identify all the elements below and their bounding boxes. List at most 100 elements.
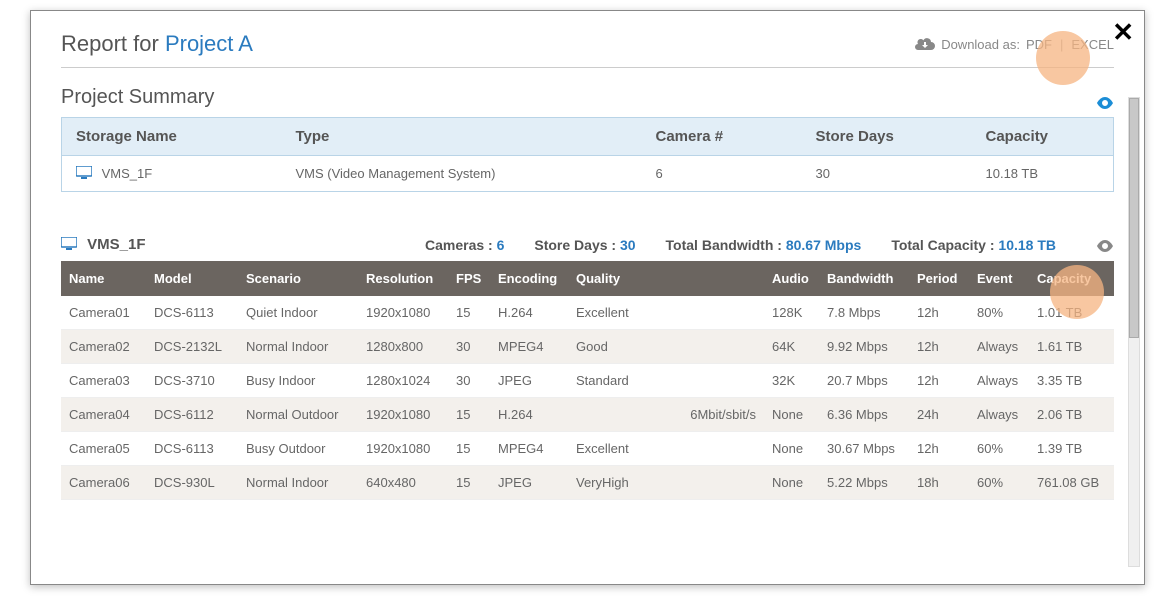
stat-capacity: Total Capacity : 10.18 TB: [891, 237, 1056, 253]
cell-period: 12h: [909, 296, 969, 330]
modal-header: Report for Project A Download as: PDF | …: [61, 31, 1114, 68]
download-pdf-link[interactable]: PDF: [1026, 37, 1052, 52]
eye-icon[interactable]: [1096, 92, 1114, 104]
cell-bandwidth: 6.36 Mbps: [819, 398, 909, 432]
cell-quality: Excellent: [568, 296, 764, 330]
title-prefix: Report for: [61, 31, 165, 56]
col-storage-name: Storage Name: [62, 118, 282, 156]
cell-name: Camera01: [61, 296, 146, 330]
col-store-days: Store Days: [802, 118, 972, 156]
cell-period: 12h: [909, 364, 969, 398]
storage-header: VMS_1F Cameras : 6 Store Days : 30 Total…: [61, 236, 1114, 253]
table-row[interactable]: Camera01DCS-6113Quiet Indoor1920x108015H…: [61, 296, 1114, 330]
table-row[interactable]: Camera03DCS-3710Busy Indoor1280x102430JP…: [61, 364, 1114, 398]
table-row[interactable]: Camera02DCS-2132LNormal Indoor1280x80030…: [61, 330, 1114, 364]
cell-event: 80%: [969, 296, 1029, 330]
cell-name: Camera06: [61, 466, 146, 500]
col-fps: FPS: [448, 261, 490, 296]
cell-event: 60%: [969, 466, 1029, 500]
cell-scenario: Quiet Indoor: [238, 296, 358, 330]
summary-type: VMS (Video Management System): [282, 156, 642, 192]
table-row[interactable]: Camera06DCS-930LNormal Indoor640x48015JP…: [61, 466, 1114, 500]
cell-scenario: Normal Outdoor: [238, 398, 358, 432]
cell-resolution: 1920x1080: [358, 432, 448, 466]
cell-event: Always: [969, 330, 1029, 364]
summary-table: Storage Name Type Camera # Store Days Ca…: [61, 117, 1114, 192]
cell-encoding: JPEG: [490, 466, 568, 500]
stat-bandwidth: Total Bandwidth : 80.67 Mbps: [666, 237, 862, 253]
summary-title-text: Project Summary: [61, 86, 214, 109]
scrollbar-thumb[interactable]: [1129, 98, 1139, 338]
cell-scenario: Normal Indoor: [238, 466, 358, 500]
cell-model: DCS-930L: [146, 466, 238, 500]
cell-fps: 15: [448, 466, 490, 500]
col-type: Type: [282, 118, 642, 156]
cell-bandwidth: 5.22 Mbps: [819, 466, 909, 500]
col-capacity: Capacity: [972, 118, 1114, 156]
cell-capacity: 1.61 TB: [1029, 330, 1114, 364]
cell-quality: Standard: [568, 364, 764, 398]
cell-bandwidth: 30.67 Mbps: [819, 432, 909, 466]
cell-name: Camera03: [61, 364, 146, 398]
cell-encoding: MPEG4: [490, 432, 568, 466]
col-period: Period: [909, 261, 969, 296]
cell-encoding: JPEG: [490, 364, 568, 398]
summary-storage-name: VMS_1F: [102, 166, 153, 181]
cell-audio: None: [764, 432, 819, 466]
scrollbar[interactable]: [1128, 97, 1140, 567]
col-camera-count: Camera #: [642, 118, 802, 156]
cell-name: Camera04: [61, 398, 146, 432]
cell-name: Camera05: [61, 432, 146, 466]
col-model: Model: [146, 261, 238, 296]
table-row[interactable]: Camera04DCS-6112Normal Outdoor1920x10801…: [61, 398, 1114, 432]
camera-table: Name Model Scenario Resolution FPS Encod…: [61, 261, 1114, 500]
summary-capacity: 10.18 TB: [972, 156, 1114, 192]
separator: |: [1060, 37, 1063, 52]
storage-name: VMS_1F: [87, 236, 145, 253]
cell-event: 60%: [969, 432, 1029, 466]
cell-resolution: 640x480: [358, 466, 448, 500]
cloud-download-icon: [915, 36, 935, 53]
close-icon[interactable]: ✕: [1112, 17, 1134, 48]
page-title: Report for Project A: [61, 31, 253, 57]
stat-store-days: Store Days : 30: [534, 237, 635, 253]
cell-resolution: 1280x1024: [358, 364, 448, 398]
cell-model: DCS-2132L: [146, 330, 238, 364]
summary-row[interactable]: VMS_1F VMS (Video Management System) 6 3…: [62, 156, 1114, 192]
stat-cameras: Cameras : 6: [425, 237, 504, 253]
col-resolution: Resolution: [358, 261, 448, 296]
cell-quality: Good: [568, 330, 764, 364]
eye-icon[interactable]: [1096, 239, 1114, 251]
cell-capacity: 761.08 GB: [1029, 466, 1114, 500]
project-name: Project A: [165, 31, 253, 56]
cell-encoding: H.264: [490, 398, 568, 432]
monitor-icon: [76, 166, 92, 178]
cell-resolution: 1280x800: [358, 330, 448, 364]
cell-name: Camera02: [61, 330, 146, 364]
cell-capacity: 1.01 TB: [1029, 296, 1114, 330]
download-excel-link[interactable]: EXCEL: [1071, 37, 1114, 52]
cell-resolution: 1920x1080: [358, 398, 448, 432]
col-capacity: Capacity: [1029, 261, 1114, 296]
cell-audio: 128K: [764, 296, 819, 330]
col-name: Name: [61, 261, 146, 296]
report-modal: ✕ Report for Project A Download as: PDF …: [30, 10, 1145, 585]
cell-model: DCS-6113: [146, 296, 238, 330]
col-bandwidth: Bandwidth: [819, 261, 909, 296]
cell-audio: None: [764, 466, 819, 500]
cell-encoding: MPEG4: [490, 330, 568, 364]
cell-resolution: 1920x1080: [358, 296, 448, 330]
cell-model: DCS-3710: [146, 364, 238, 398]
cell-quality: Excellent: [568, 432, 764, 466]
cell-capacity: 3.35 TB: [1029, 364, 1114, 398]
col-encoding: Encoding: [490, 261, 568, 296]
cell-period: 12h: [909, 330, 969, 364]
table-row[interactable]: Camera05DCS-6113Busy Outdoor1920x108015M…: [61, 432, 1114, 466]
cell-fps: 15: [448, 398, 490, 432]
cell-event: Always: [969, 398, 1029, 432]
summary-section-title: Project Summary: [61, 86, 1114, 109]
cell-quality: 6Mbit/sbit/s: [568, 398, 764, 432]
cell-audio: None: [764, 398, 819, 432]
cell-capacity: 2.06 TB: [1029, 398, 1114, 432]
cell-fps: 30: [448, 364, 490, 398]
